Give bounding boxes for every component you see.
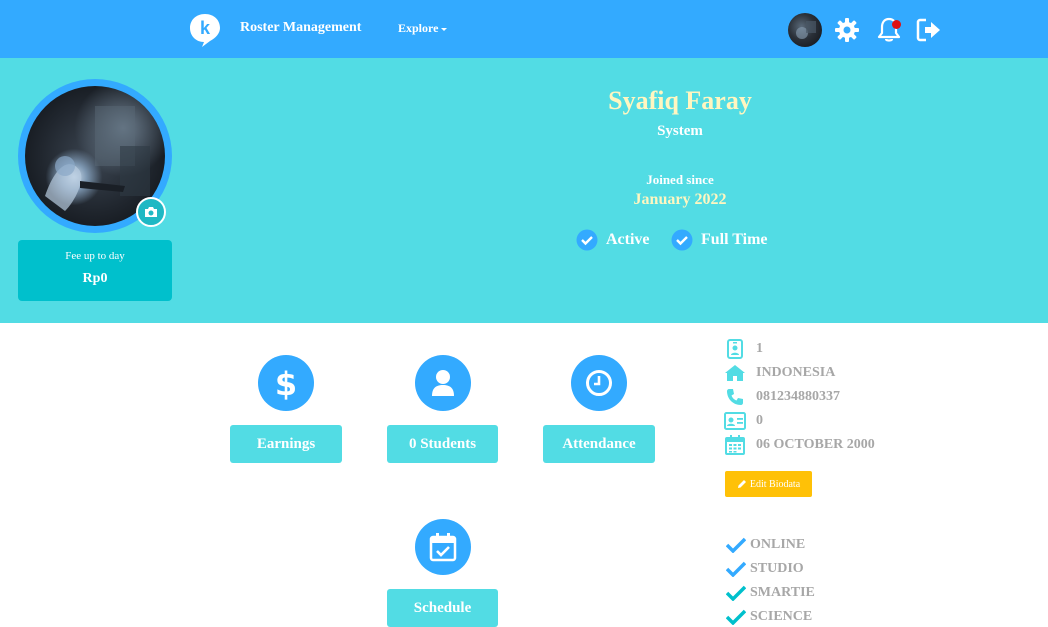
schedule-button[interactable]: Schedule (387, 589, 498, 627)
chevron-down-icon (441, 27, 448, 31)
edit-biodata-button[interactable]: Edit Biodata (725, 471, 812, 497)
students-button[interactable]: 0 Students (387, 425, 498, 463)
category-online: ONLINE (726, 535, 805, 555)
category-smartie: SMARTIE (726, 583, 815, 603)
joined-label: Joined since (646, 172, 714, 187)
calendar-check-icon (429, 533, 457, 562)
camera-icon (145, 207, 157, 217)
check-icon (726, 537, 746, 553)
bio-row-birthdate: 06 OCTOBER 2000 (724, 434, 875, 456)
id-card-icon (724, 410, 746, 432)
check-circle-icon (576, 229, 598, 251)
check-icon (726, 585, 746, 601)
user-avatar[interactable] (788, 13, 822, 47)
profile-name: Syafiq Faray (608, 86, 752, 115)
check-icon (726, 561, 746, 577)
user-icon (432, 370, 454, 396)
avatar-image (796, 21, 816, 39)
category-label: SCIENCE (750, 609, 813, 624)
phone-icon (724, 386, 746, 408)
brand-link[interactable]: Roster Management (240, 20, 361, 36)
explore-dropdown[interactable]: Explore (398, 21, 448, 36)
top-navbar: k Roster Management Explore (0, 0, 1048, 58)
status-active: Active (576, 227, 650, 253)
students-circle[interactable] (415, 355, 471, 411)
category-science: SCIENCE (726, 607, 812, 627)
earnings-button[interactable]: Earnings (230, 425, 342, 463)
status-active-label: Active (606, 231, 650, 248)
profile-role: System (657, 123, 703, 139)
category-label: STUDIO (750, 561, 804, 576)
attendance-circle[interactable] (571, 355, 627, 411)
fee-value: Rp0 (82, 271, 108, 286)
category-studio: STUDIO (726, 559, 804, 579)
home-icon (724, 362, 746, 384)
earnings-circle[interactable]: $ (258, 355, 314, 411)
schedule-circle[interactable] (415, 519, 471, 575)
explore-label: Explore (398, 21, 439, 35)
bio-phone-value: 081234880337 (756, 389, 840, 404)
status-full-time: Full Time (671, 227, 768, 253)
check-icon (726, 609, 746, 625)
status-full-time-label: Full Time (701, 231, 768, 248)
calendar-icon (724, 434, 746, 456)
fee-label: Fee up to day (65, 250, 125, 262)
edit-biodata-label: Edit Biodata (749, 478, 801, 490)
logout-icon[interactable] (916, 17, 942, 43)
bio-id-card-value: 0 (756, 413, 763, 428)
joined-date: January 2022 (633, 191, 727, 208)
bio-country-value: INDONESIA (756, 365, 836, 380)
svg-text:$: $ (275, 366, 297, 400)
id-badge-icon (724, 338, 746, 360)
bio-id-value: 1 (756, 341, 763, 356)
svg-text:k: k (200, 18, 211, 38)
bio-row-id: 1 (724, 338, 763, 360)
category-label: ONLINE (750, 537, 806, 552)
gear-icon[interactable] (834, 17, 860, 43)
dollar-icon: $ (275, 366, 297, 400)
fee-card: Fee up to day Rp0 (18, 240, 172, 301)
category-label: SMARTIE (750, 585, 815, 600)
logo-icon[interactable]: k (188, 12, 222, 48)
bio-row-id-card: 0 (724, 410, 763, 432)
pencil-icon (737, 480, 746, 488)
clock-icon (586, 370, 612, 396)
bio-birthdate-value: 06 OCTOBER 2000 (756, 437, 875, 452)
bio-row-phone: 081234880337 (724, 386, 840, 408)
change-photo-button[interactable] (136, 197, 166, 227)
check-circle-icon (671, 229, 693, 251)
notification-dot (892, 20, 901, 29)
bio-row-country: INDONESIA (724, 362, 835, 384)
attendance-button[interactable]: Attendance (543, 425, 655, 463)
